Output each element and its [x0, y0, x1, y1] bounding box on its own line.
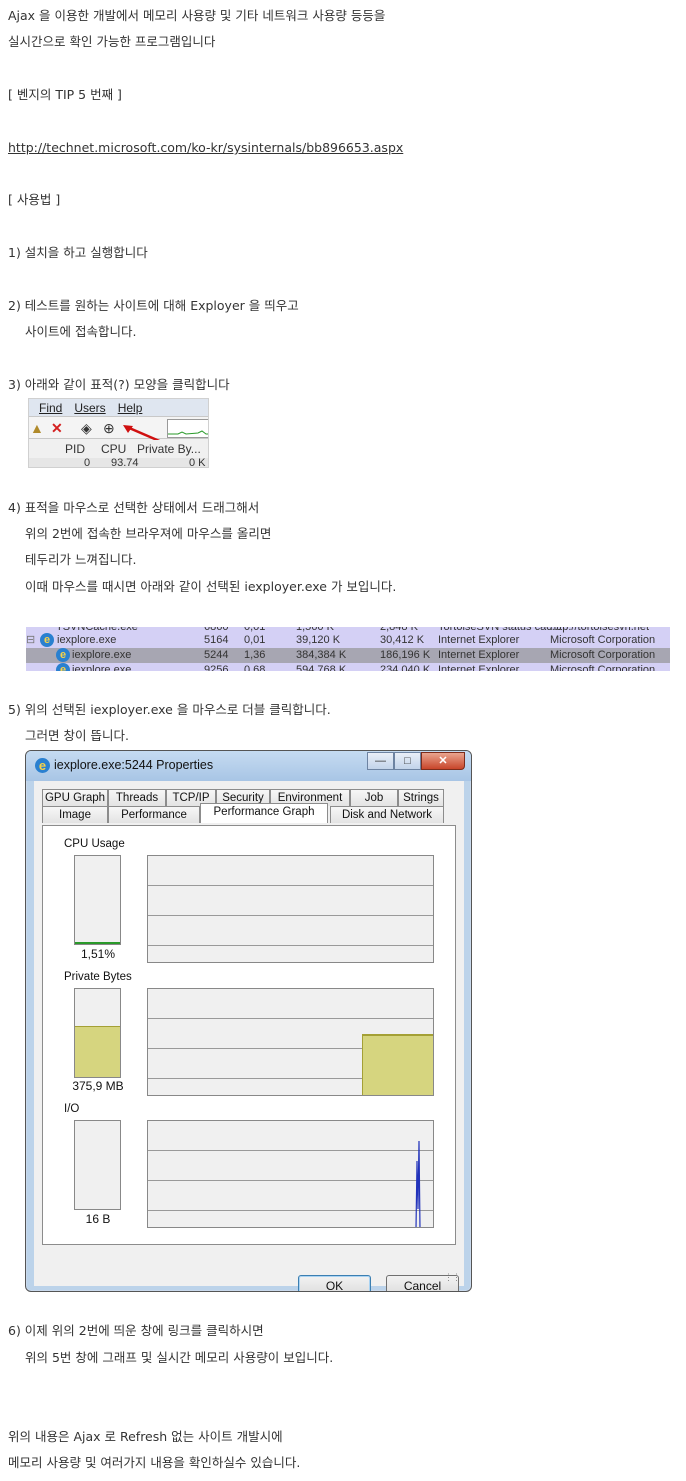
io-graph	[147, 1120, 434, 1228]
menu-find[interactable]: Find	[39, 401, 62, 415]
tab-image[interactable]: Image	[42, 806, 108, 823]
col-private-bytes[interactable]: Private By...	[137, 442, 201, 456]
kill-process-icon[interactable]: ✕	[51, 420, 63, 436]
step-5b: 그러면 창이 뜹니다.	[25, 728, 129, 743]
tab-performance-graph[interactable]: Performance Graph	[200, 803, 328, 823]
crosshair-target-icon[interactable]: ⊕	[103, 420, 115, 436]
intro-line-1: Ajax 을 이용한 개발에서 메모리 사용량 및 기타 네트워크 사용량 등등…	[8, 8, 386, 23]
tab-strip: GPU Graph Threads TCP/IP Security Enviro…	[42, 789, 456, 825]
close-button[interactable]: ✕	[421, 752, 465, 770]
folder-icon[interactable]: ▲	[30, 420, 44, 436]
toolbar: ▲ ✕ ◈ ⊕	[29, 416, 208, 445]
ie-icon: e	[35, 758, 50, 773]
tip-heading: [ 벤지의 TIP 5 번째 ]	[8, 87, 122, 102]
outro-line-1: 위의 내용은 Ajax 로 Refresh 없는 사이트 개발시에	[8, 1429, 283, 1444]
cpu-usage-value: 1,51%	[80, 947, 116, 961]
io-label: I/O	[64, 1103, 80, 1115]
usage-heading: [ 사용법 ]	[8, 192, 61, 207]
col-cpu[interactable]: CPU	[101, 442, 126, 456]
private-bytes-graph	[147, 988, 434, 1096]
tab-disk-and-network[interactable]: Disk and Network	[330, 806, 444, 823]
private-bytes-area	[362, 1034, 433, 1095]
dialog-title: iexplore.exe:5244 Properties	[54, 758, 214, 772]
step-4d: 이때 마우스를 때시면 아래와 같이 선택된 iexployer.exe 가 보…	[25, 579, 397, 594]
maximize-button[interactable]: □	[394, 752, 421, 770]
table-row[interactable]: 0 93.74 0 K	[29, 458, 208, 467]
table-row[interactable]: e iexplore.exe 9256 0,68 594,768 K 234,0…	[26, 663, 670, 671]
tree-collapse-icon[interactable]: ⊟	[26, 633, 35, 648]
step-5a: 5) 위의 선택된 iexployer.exe 을 마우스로 더블 클릭합니다.	[8, 702, 331, 717]
step-6b: 위의 5번 창에 그래프 및 실시간 메모리 사용량이 보입니다.	[25, 1350, 334, 1365]
properties-dialog: e iexplore.exe:5244 Properties — □ ✕ GPU…	[25, 750, 472, 1292]
tab-strings[interactable]: Strings	[398, 789, 444, 806]
ie-icon: e	[56, 663, 70, 671]
private-bytes-meter	[74, 988, 121, 1078]
step-1: 1) 설치을 하고 실행합니다	[8, 245, 148, 260]
ie-icon: e	[56, 648, 70, 662]
private-bytes-value: 375,9 MB	[72, 1079, 124, 1093]
ie-icon: e	[40, 633, 54, 647]
dialog-client: GPU Graph Threads TCP/IP Security Enviro…	[34, 781, 464, 1291]
resize-grip-icon[interactable]: ⋮⋮	[444, 1272, 461, 1283]
io-value: 16 B	[85, 1212, 111, 1226]
io-spike	[415, 1140, 421, 1227]
col-pid[interactable]: PID	[65, 442, 85, 456]
menu-help[interactable]: Help	[118, 401, 143, 415]
sysinternals-link[interactable]: http://technet.microsoft.com/ko-kr/sysin…	[8, 139, 403, 157]
performance-graph-panel: CPU Usage 1,51% Private Bytes 375,9 MB I…	[42, 825, 456, 1245]
step-4a: 4) 표적을 마우스로 선택한 상태에서 드래그해서	[8, 500, 260, 515]
tab-threads[interactable]: Threads	[108, 789, 166, 806]
table-row-selected[interactable]: e iexplore.exe 5244 1,36 384,384 K 186,1…	[26, 648, 670, 663]
step-4c: 테두리가 느껴집니다.	[25, 552, 137, 567]
title-bar[interactable]: e iexplore.exe:5244 Properties — □ ✕	[26, 751, 471, 781]
intro-line-2: 실시간으로 확인 가능한 프로그램입니다	[8, 34, 216, 49]
menu-users[interactable]: Users	[74, 401, 105, 415]
binoculars-icon[interactable]: ◈	[81, 420, 92, 436]
io-meter	[74, 1120, 121, 1210]
toolbar-screenshot: Find Users Help ▲ ✕ ◈ ⊕ PID CPU Private …	[28, 398, 209, 468]
minimize-button[interactable]: —	[367, 752, 394, 770]
table-row[interactable]: ⊟ e iexplore.exe 5164 0,01 39,120 K 30,4…	[26, 633, 670, 648]
cpu-usage-meter	[74, 855, 121, 945]
step-4b: 위의 2번에 접속한 브라우져에 마우스를 올리면	[25, 526, 272, 541]
step-2a: 2) 테스트를 원하는 사이트에 대해 Exployer 을 띄우고	[8, 298, 299, 313]
cpu-usage-label: CPU Usage	[64, 838, 125, 850]
ok-button[interactable]: OK	[298, 1275, 371, 1291]
cpu-usage-fill	[75, 942, 120, 944]
process-list-screenshot: TSVNCache.exe 6860 0,01 1,560 K 2,848 K …	[26, 627, 670, 671]
outro-line-2: 메모리 사용량 및 여러가지 내용을 확인하실수 있습니다.	[8, 1455, 301, 1470]
step-6a: 6) 이제 위의 2번에 띄운 창에 링크를 클릭하시면	[8, 1323, 264, 1338]
step-2b: 사이트에 접속합니다.	[25, 324, 137, 339]
step-3: 3) 아래와 같이 표적(?) 모양을 클릭합니다	[8, 377, 230, 392]
tab-job[interactable]: Job	[350, 789, 398, 806]
private-bytes-fill	[75, 1025, 120, 1077]
tab-gpu-graph[interactable]: GPU Graph	[42, 789, 108, 806]
column-header: PID CPU Private By...	[29, 440, 208, 458]
cpu-usage-graph	[147, 855, 434, 963]
menu-bar: Find Users Help	[29, 399, 208, 416]
tab-performance[interactable]: Performance	[108, 806, 200, 823]
private-bytes-label: Private Bytes	[64, 971, 132, 983]
